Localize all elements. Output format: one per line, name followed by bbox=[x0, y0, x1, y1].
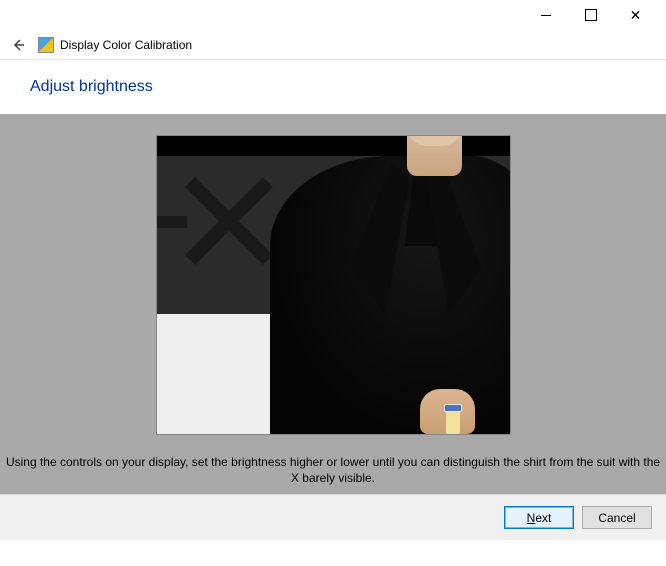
back-button[interactable] bbox=[8, 35, 28, 55]
app-icon bbox=[38, 37, 54, 53]
cancel-button[interactable]: Cancel bbox=[582, 506, 652, 529]
brightness-sample-image bbox=[157, 136, 510, 434]
footer-bar: Next Cancel bbox=[0, 494, 666, 540]
sample-pen-ring bbox=[444, 404, 462, 412]
sample-figure bbox=[280, 136, 510, 434]
sample-x-mark bbox=[177, 176, 267, 266]
instruction-text: Using the controls on your display, set … bbox=[0, 454, 666, 486]
sample-pen-body bbox=[446, 409, 460, 434]
header-bar: Display Color Calibration bbox=[0, 30, 666, 60]
next-button-rest: ext bbox=[535, 511, 551, 525]
minimize-button[interactable] bbox=[523, 1, 568, 29]
content-area: Using the controls on your display, set … bbox=[0, 114, 666, 494]
back-arrow-icon bbox=[10, 37, 26, 53]
next-button[interactable]: Next bbox=[504, 506, 574, 529]
window-titlebar: ✕ bbox=[0, 0, 666, 30]
sample-x-bar bbox=[157, 216, 187, 228]
app-title: Display Color Calibration bbox=[60, 38, 192, 52]
close-button[interactable]: ✕ bbox=[613, 1, 658, 29]
page-heading: Adjust brightness bbox=[0, 60, 666, 114]
maximize-button[interactable] bbox=[568, 1, 613, 29]
